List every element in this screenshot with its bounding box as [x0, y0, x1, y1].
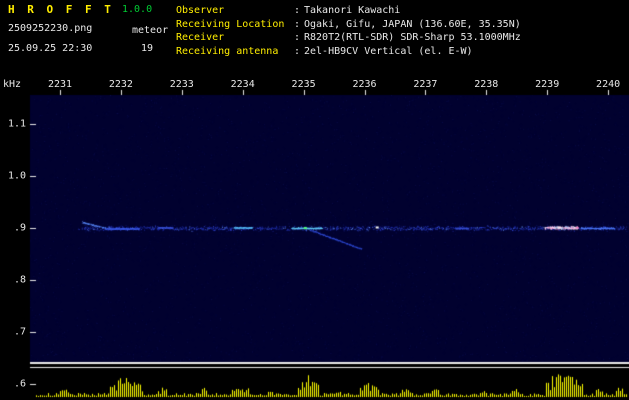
info-row-observer: Observer : Takanori Kawachi: [176, 4, 521, 18]
info-label: Receiving antenna: [176, 45, 279, 57]
info-value: Ogaki, Gifu, JAPAN (136.60E, 35.35N): [304, 18, 521, 30]
info-row-location: Receiving Location : Ogaki, Gifu, JAPAN …: [176, 18, 521, 32]
info-value: 2el-HB9CV Vertical (el. E-W): [304, 45, 473, 57]
app-title: H R O F F T: [8, 3, 114, 16]
info-separator: :: [294, 32, 301, 43]
app-version: 1.0.0: [122, 4, 153, 15]
station-info: Observer : Takanori Kawachi Receiving Lo…: [176, 4, 521, 58]
timestamp: 25.09.25 22:30: [8, 43, 93, 54]
info-label: Receiver: [176, 32, 225, 43]
info-label: Receiving Location: [176, 18, 285, 30]
hrofft-output: H R O F F T 1.0.0 2509252230.png meteor …: [0, 0, 629, 400]
info-row-antenna: Receiving antenna : 2el-HB9CV Vertical (…: [176, 45, 521, 59]
info-separator: :: [294, 18, 301, 30]
info-label: Observer: [176, 5, 225, 16]
info-row-receiver: Receiver : R820T2(RTL-SDR) SDR-Sharp 53.…: [176, 31, 521, 45]
info-value: R820T2(RTL-SDR) SDR-Sharp 53.1000MHz: [304, 32, 521, 43]
mode-label: meteor: [132, 25, 169, 36]
info-separator: :: [294, 5, 301, 16]
info-separator: :: [294, 45, 301, 57]
meteor-count: 19: [141, 43, 154, 54]
header: H R O F F T 1.0.0 2509252230.png meteor …: [0, 0, 629, 76]
info-value: Takanori Kawachi: [304, 5, 401, 16]
output-filename: 2509252230.png: [8, 23, 93, 34]
